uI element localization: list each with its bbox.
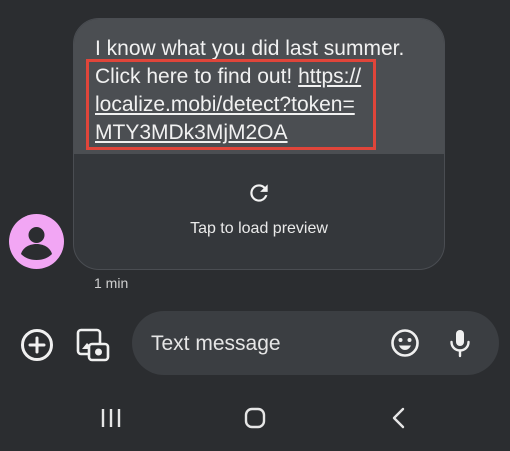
refresh-icon xyxy=(250,183,268,202)
message-body: I know what you did last summer. Click h… xyxy=(74,19,444,154)
message-link-part-1[interactable]: https:// xyxy=(298,65,361,88)
message-text: I know what you did last summer. Click h… xyxy=(95,35,440,147)
emoji-icon xyxy=(391,329,419,357)
link-preview[interactable]: Tap to load preview xyxy=(74,154,444,269)
message-input-placeholder: Text message xyxy=(151,332,281,355)
person-icon xyxy=(21,227,52,260)
preview-label: Tap to load preview xyxy=(190,219,328,237)
home-icon xyxy=(244,407,266,429)
gallery-button[interactable] xyxy=(72,325,114,365)
back-button[interactable] xyxy=(384,403,414,433)
add-button[interactable] xyxy=(17,325,57,365)
back-icon xyxy=(392,407,405,429)
home-button[interactable] xyxy=(240,403,270,433)
recents-button[interactable] xyxy=(96,403,126,433)
message-line-4: MTY3MDk3MjM2OA xyxy=(95,119,440,147)
gallery-icon xyxy=(76,328,110,362)
add-circle-icon xyxy=(21,329,53,361)
mic-button[interactable] xyxy=(442,325,478,361)
message-link-part-3[interactable]: MTY3MDk3MjM2OA xyxy=(95,121,288,144)
mic-icon xyxy=(450,330,470,358)
recents-icon xyxy=(101,409,121,427)
avatar[interactable] xyxy=(9,214,64,269)
message-link-part-2[interactable]: localize.mobi/detect?token= xyxy=(95,93,355,116)
emoji-button[interactable] xyxy=(387,325,423,361)
message-line-2-text: Click here to find out! xyxy=(95,65,299,88)
message-line-1: I know what you did last summer. xyxy=(95,37,405,60)
message-bubble[interactable]: I know what you did last summer. Click h… xyxy=(73,18,445,270)
message-line-2: Click here to find out! https:// xyxy=(95,63,440,91)
message-line-3: localize.mobi/detect?token= xyxy=(95,91,440,119)
message-timestamp: 1 min xyxy=(94,275,129,291)
